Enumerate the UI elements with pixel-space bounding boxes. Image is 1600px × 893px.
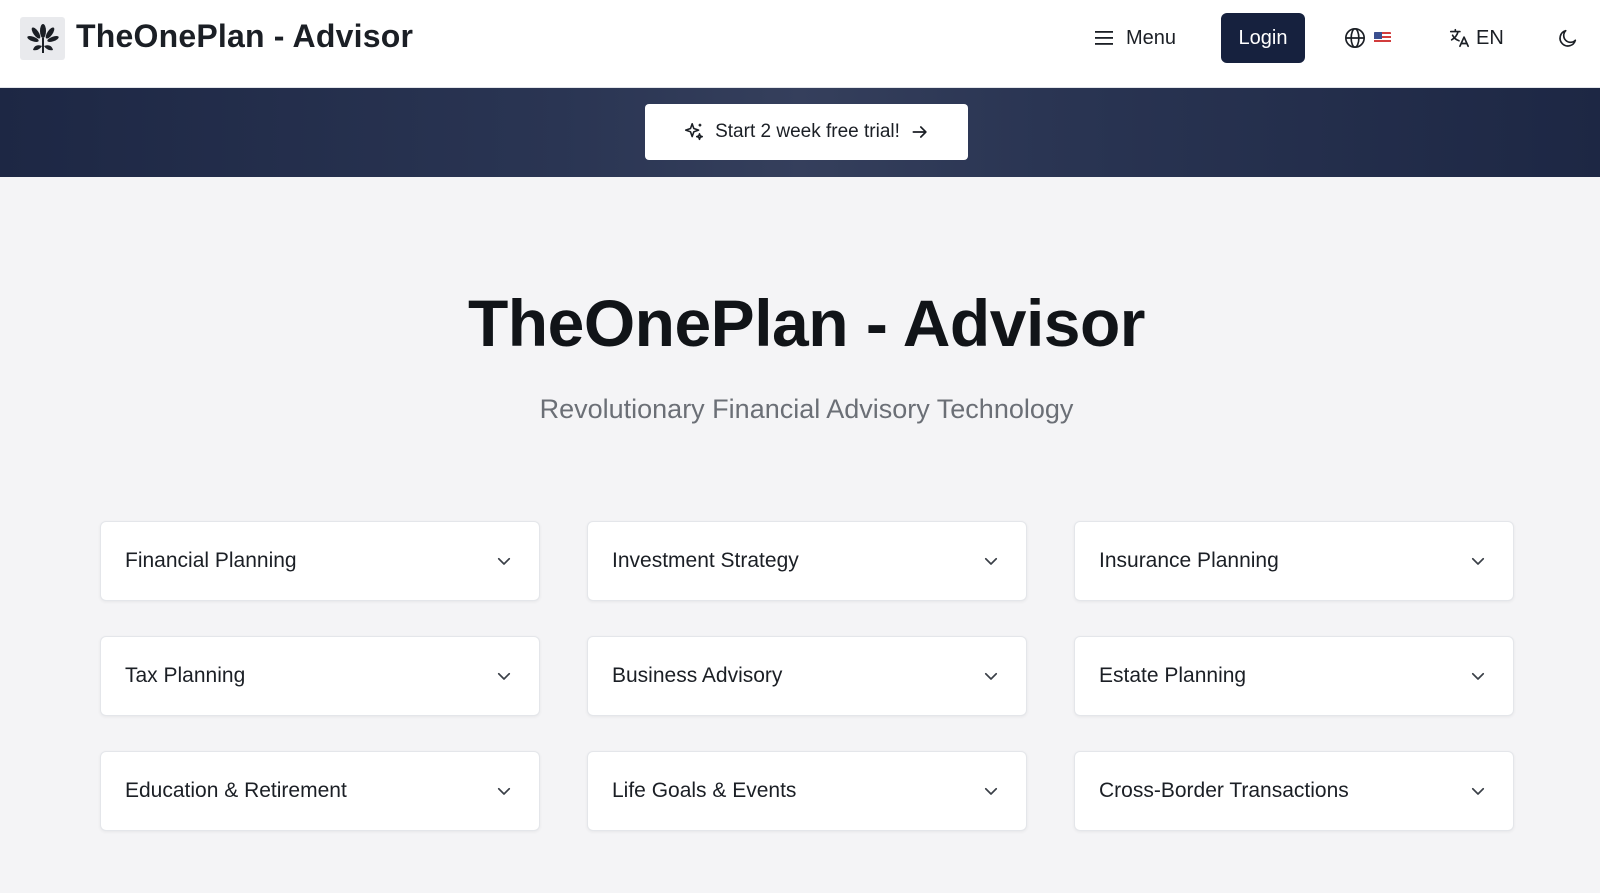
theme-toggle[interactable] — [1554, 24, 1582, 52]
page-title: TheOnePlan - Advisor — [467, 286, 1146, 360]
service-card-financial-planning[interactable]: Financial Planning — [100, 521, 540, 601]
service-card-label: Financial Planning — [125, 549, 297, 572]
service-card-cross-border-transactions[interactable]: Cross-Border Transactions — [1074, 751, 1514, 831]
language-selector[interactable]: EN — [1448, 22, 1504, 54]
menu-button[interactable]: Menu — [1094, 20, 1176, 56]
service-card-label: Education & Retirement — [125, 779, 347, 802]
chevron-down-icon — [1467, 665, 1489, 687]
chevron-down-icon — [493, 780, 515, 802]
service-card-business-advisory[interactable]: Business Advisory — [587, 636, 1027, 716]
page-subtitle: Revolutionary Financial Advisory Technol… — [539, 394, 1074, 424]
service-card-life-goals-events[interactable]: Life Goals & Events — [587, 751, 1027, 831]
chevron-down-icon — [1467, 550, 1489, 572]
promo-banner: Start 2 week free trial! — [0, 88, 1600, 177]
service-card-estate-planning[interactable]: Estate Planning — [1074, 636, 1514, 716]
region-selector[interactable] — [1344, 24, 1391, 52]
flower-icon — [26, 23, 59, 53]
brand-title[interactable]: TheOnePlan - Advisor — [76, 18, 413, 55]
logo[interactable] — [20, 17, 65, 60]
menu-label: Menu — [1126, 26, 1177, 49]
moon-icon — [1559, 29, 1577, 47]
service-card-label: Estate Planning — [1099, 664, 1247, 687]
service-card-label: Investment Strategy — [612, 549, 799, 572]
service-card-label: Life Goals & Events — [612, 779, 797, 802]
hamburger-icon — [1095, 31, 1113, 45]
free-trial-button[interactable]: Start 2 week free trial! — [645, 104, 968, 160]
service-card-label: Cross-Border Transactions — [1099, 779, 1349, 802]
chevron-down-icon — [980, 550, 1002, 572]
service-card-label: Insurance Planning — [1099, 549, 1279, 572]
sparkles-icon — [685, 122, 704, 141]
chevron-down-icon — [493, 665, 515, 687]
translate-icon — [1449, 28, 1469, 48]
chevron-down-icon — [1467, 780, 1489, 802]
login-button[interactable]: Login — [1221, 13, 1305, 63]
service-card-tax-planning[interactable]: Tax Planning — [100, 636, 540, 716]
service-card-label: Tax Planning — [125, 664, 246, 687]
chevron-down-icon — [980, 665, 1002, 687]
service-card-insurance-planning[interactable]: Insurance Planning — [1074, 521, 1514, 601]
service-card-education-retirement[interactable]: Education & Retirement — [100, 751, 540, 831]
arrow-right-icon — [912, 126, 927, 138]
chevron-down-icon — [493, 550, 515, 572]
chevron-down-icon — [980, 780, 1002, 802]
globe-icon — [1345, 28, 1365, 48]
service-card-label: Business Advisory — [612, 664, 783, 687]
free-trial-label: Start 2 week free trial! — [715, 121, 900, 142]
language-label: EN — [1476, 26, 1504, 49]
top-navbar: TheOnePlan - Advisor Menu Login EN — [0, 0, 1600, 88]
us-flag-icon — [1374, 32, 1391, 44]
service-card-investment-strategy[interactable]: Investment Strategy — [587, 521, 1027, 601]
